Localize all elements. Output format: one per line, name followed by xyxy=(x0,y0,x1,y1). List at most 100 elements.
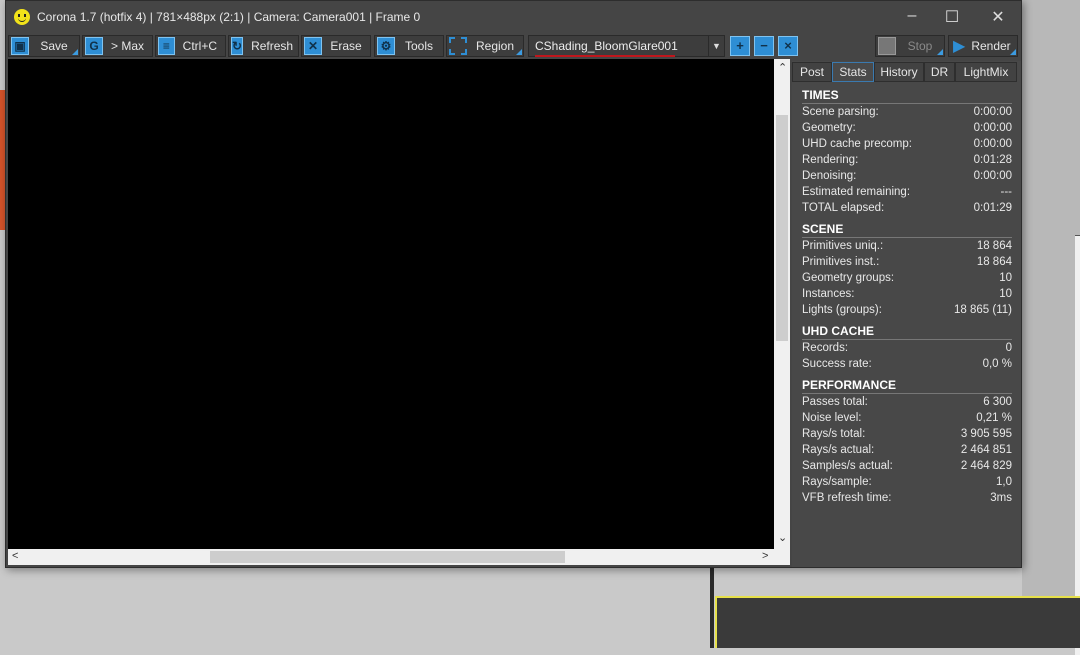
stat-value: 3 905 595 xyxy=(960,428,1012,440)
stop-button[interactable]: Stop xyxy=(875,35,945,57)
stat-label: Primitives uniq.: xyxy=(802,240,884,252)
region-icon xyxy=(449,37,467,55)
stat-label: Geometry: xyxy=(802,122,856,134)
scroll-up-icon[interactable]: ⌃ xyxy=(778,61,787,74)
stat-value: 10 xyxy=(999,272,1012,284)
stat-row: TOTAL elapsed: 0:01:29 xyxy=(802,200,1012,216)
scroll-left-icon[interactable]: < xyxy=(12,550,18,562)
toolbar: ▣ Save G > Max ≡ Ctrl+C ↻ Refresh ✕ Erase ⚙ To… xyxy=(8,35,1020,58)
render-image-area[interactable] xyxy=(8,59,774,549)
window-title: Corona 1.7 (hotfix 4) | 781×488px (2:1) … xyxy=(37,10,421,24)
zoom-in-icon[interactable]: + xyxy=(730,36,750,56)
horizontal-scrollbar[interactable]: < > xyxy=(8,549,790,565)
tools-button[interactable]: ⚙ Tools xyxy=(374,35,444,57)
stat-value: 18 865 (11) xyxy=(954,304,1012,316)
stat-value: 0 xyxy=(1005,342,1012,354)
stat-row: Geometry: 0:00:00 xyxy=(802,120,1012,136)
scroll-thumb[interactable] xyxy=(210,551,565,563)
zoom-reset-icon[interactable]: × xyxy=(778,36,798,56)
region-button[interactable]: Region xyxy=(446,35,524,57)
stat-row: Rendering: 0:01:28 xyxy=(802,152,1012,168)
stat-label: Rays/sample: xyxy=(802,476,872,488)
panel-tabs: Post Stats History DR LightMix xyxy=(792,62,1021,82)
erase-button[interactable]: ✕ Erase xyxy=(301,35,371,57)
tab-stats[interactable]: Stats xyxy=(832,62,874,82)
stat-label: UHD cache precomp: xyxy=(802,138,912,150)
tab-post[interactable]: Post xyxy=(792,62,832,82)
stat-label: TOTAL elapsed: xyxy=(802,202,885,214)
tab-history[interactable]: History xyxy=(874,62,924,82)
stat-value: 0:00:00 xyxy=(973,138,1012,150)
stat-row: Records: 0 xyxy=(802,340,1012,356)
chevron-down-icon[interactable]: ▼ xyxy=(708,36,724,56)
minimize-button[interactable]: – xyxy=(892,7,932,25)
stat-value: 3ms xyxy=(990,492,1012,504)
stats-section: TIMES Scene parsing: 0:00:00 Geometry: 0:00:… xyxy=(802,82,1012,216)
stat-value: 0:01:28 xyxy=(973,154,1012,166)
side-panel: Post Stats History DR LightMix TIMES Scen… xyxy=(792,61,1021,567)
gear-icon: ⚙ xyxy=(377,37,395,55)
stat-row: Primitives uniq.: 18 864 xyxy=(802,238,1012,254)
stat-value: 1,0 xyxy=(996,476,1012,488)
stat-row: Success rate: 0,0 % xyxy=(802,356,1012,372)
floppy-icon: ▣ xyxy=(11,37,29,55)
stop-icon xyxy=(878,37,896,55)
render-pass-dropdown[interactable]: CShading_BloomGlare001 ▼ xyxy=(528,35,725,57)
stat-value: 10 xyxy=(999,288,1012,300)
stats-section: SCENE Primitives uniq.: 18 864 Primitives i… xyxy=(802,216,1012,318)
stat-row: Noise level: 0,21 % xyxy=(802,410,1012,426)
stat-value: 0:00:00 xyxy=(973,122,1012,134)
play-icon: ▶ xyxy=(953,38,966,55)
stat-label: Lights (groups): xyxy=(802,304,882,316)
refresh-button[interactable]: ↻ Refresh xyxy=(228,35,299,57)
stat-label: Geometry groups: xyxy=(802,272,895,284)
maximize-button[interactable]: ☐ xyxy=(932,7,972,27)
background-viewport xyxy=(715,596,1080,648)
stat-row: Rays/sample: 1,0 xyxy=(802,474,1012,490)
stats-list: TIMES Scene parsing: 0:00:00 Geometry: 0:00:… xyxy=(792,82,1021,506)
scroll-down-icon[interactable]: ⌄ xyxy=(778,531,787,544)
stat-row: Rays/s total: 3 905 595 xyxy=(802,426,1012,442)
stat-row: VFB refresh time: 3ms xyxy=(802,490,1012,506)
background-app-right xyxy=(1022,0,1080,648)
erase-x-icon: ✕ xyxy=(304,37,322,55)
stat-value: 6 300 xyxy=(983,396,1012,408)
stat-value: --- xyxy=(1000,186,1013,198)
stat-value: 0,0 % xyxy=(982,358,1012,370)
zoom-out-icon[interactable]: − xyxy=(754,36,774,56)
tab-lightmix[interactable]: LightMix xyxy=(955,62,1017,82)
stat-row: Lights (groups): 18 865 (11) xyxy=(802,302,1012,318)
refresh-icon: ↻ xyxy=(231,37,244,55)
stat-row: Samples/s actual: 2 464 829 xyxy=(802,458,1012,474)
stat-row: UHD cache precomp: 0:00:00 xyxy=(802,136,1012,152)
stat-row: Rays/s actual: 2 464 851 xyxy=(802,442,1012,458)
stat-row: Primitives inst.: 18 864 xyxy=(802,254,1012,270)
stat-value: 2 464 829 xyxy=(960,460,1012,472)
corona-smiley-icon xyxy=(14,9,30,25)
frame-buffer-window: Corona 1.7 (hotfix 4) | 781×488px (2:1) … xyxy=(5,0,1022,568)
stat-label: Primitives inst.: xyxy=(802,256,880,268)
close-button[interactable]: ✕ xyxy=(978,7,1018,27)
copy-button[interactable]: ≡ Ctrl+C xyxy=(155,35,226,57)
stat-value: 18 864 xyxy=(976,240,1012,252)
section-heading: UHD CACHE xyxy=(802,318,1012,340)
section-heading: TIMES xyxy=(802,82,1012,104)
save-button[interactable]: ▣ Save xyxy=(8,35,80,57)
stat-row: Passes total: 6 300 xyxy=(802,394,1012,410)
title-bar[interactable]: Corona 1.7 (hotfix 4) | 781×488px (2:1) … xyxy=(6,1,1021,33)
tab-dr[interactable]: DR xyxy=(924,62,955,82)
stat-label: Noise level: xyxy=(802,412,862,424)
section-heading: SCENE xyxy=(802,216,1012,238)
stat-row: Instances: 10 xyxy=(802,286,1012,302)
max-button[interactable]: G > Max xyxy=(82,35,153,57)
render-button[interactable]: ▶ Render xyxy=(948,35,1018,57)
stat-row: Denoising: 0:00:00 xyxy=(802,168,1012,184)
stat-label: Scene parsing: xyxy=(802,106,879,118)
section-heading: PERFORMANCE xyxy=(802,372,1012,394)
spellcheck-underline xyxy=(535,55,675,57)
scroll-thumb[interactable] xyxy=(776,115,788,341)
background-panel xyxy=(1075,235,1080,655)
scroll-right-icon[interactable]: > xyxy=(762,550,768,562)
stat-label: Estimated remaining: xyxy=(802,186,911,198)
vertical-scrollbar[interactable]: ⌃ ⌄ xyxy=(774,59,790,549)
